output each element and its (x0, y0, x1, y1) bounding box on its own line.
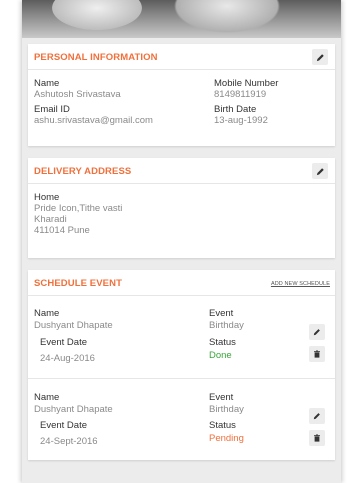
edit-address-button[interactable] (312, 163, 328, 179)
schedule-event-title: SCHEDULE EVENT (34, 278, 122, 289)
event-status-value: Pending (209, 433, 244, 444)
address-line-2: Kharadi (34, 214, 67, 225)
birth-date-label: Birth Date (214, 104, 257, 115)
add-new-schedule-link[interactable]: ADD NEW SCHEDULE (271, 281, 330, 287)
personal-information-header: PERSONAL INFORMATION (28, 44, 335, 70)
event-status-label: Status (209, 337, 236, 348)
event-name-value: Dushyant Dhapate (34, 320, 113, 331)
event-name-label: Name (34, 308, 60, 319)
name-value: Ashutosh Srivastava (34, 89, 121, 100)
event-type-value: Birthday (209, 320, 244, 331)
address-line-1: Pride Icon,Tithe vasti (34, 203, 123, 214)
address-line-3: 411014 Pune (34, 225, 90, 236)
profile-cover-image (22, 0, 341, 38)
event-name-value: Dushyant Dhapate (34, 404, 113, 415)
event-date-label: Event Date (40, 337, 87, 348)
event-date-value: 24-Aug-2016 (40, 353, 95, 364)
personal-information-title: PERSONAL INFORMATION (34, 52, 158, 63)
edit-personal-button[interactable] (312, 49, 328, 65)
event-type-value: Birthday (209, 404, 244, 415)
email-label: Email ID (34, 104, 70, 115)
email-value: ashu.srivastava@gmail.com (34, 115, 153, 126)
mobile-label: Mobile Number (214, 78, 279, 89)
event-divider (28, 378, 335, 379)
pencil-icon (316, 53, 324, 61)
pencil-icon (313, 413, 320, 420)
name-label: Name (34, 78, 60, 89)
event-date-label: Event Date (40, 420, 87, 431)
edit-event-button[interactable] (309, 324, 325, 340)
schedule-event-card: SCHEDULE EVENT ADD NEW SCHEDULE Name Dus… (28, 270, 335, 460)
event-name-label: Name (34, 392, 60, 403)
birth-date-value: 13-aug-1992 (214, 115, 268, 126)
personal-information-card: PERSONAL INFORMATION Name Ashutosh Sriva… (28, 44, 335, 146)
event-status-label: Status (209, 420, 236, 431)
trash-icon (314, 350, 320, 358)
event-type-label: Event (209, 308, 234, 319)
event-status-value: Done (209, 350, 232, 361)
delivery-address-title: DELIVERY ADDRESS (34, 166, 132, 177)
schedule-event-header: SCHEDULE EVENT ADD NEW SCHEDULE (28, 270, 335, 296)
event-date-value: 24-Sept-2016 (40, 436, 98, 447)
delete-event-button[interactable] (309, 430, 325, 446)
delivery-address-card: DELIVERY ADDRESS Home Pride Icon,Tithe v… (28, 158, 335, 258)
pencil-icon (316, 167, 324, 175)
trash-icon (314, 434, 320, 442)
mobile-value: 8149811919 (214, 89, 267, 100)
event-type-label: Event (209, 392, 234, 403)
edit-event-button[interactable] (309, 408, 325, 424)
profile-screen: PERSONAL INFORMATION Name Ashutosh Sriva… (22, 0, 341, 483)
delivery-address-header: DELIVERY ADDRESS (28, 158, 335, 184)
screen: PERSONAL INFORMATION Name Ashutosh Sriva… (0, 0, 363, 483)
delete-event-button[interactable] (309, 346, 325, 362)
pencil-icon (313, 329, 320, 336)
address-type-label: Home (34, 192, 60, 203)
